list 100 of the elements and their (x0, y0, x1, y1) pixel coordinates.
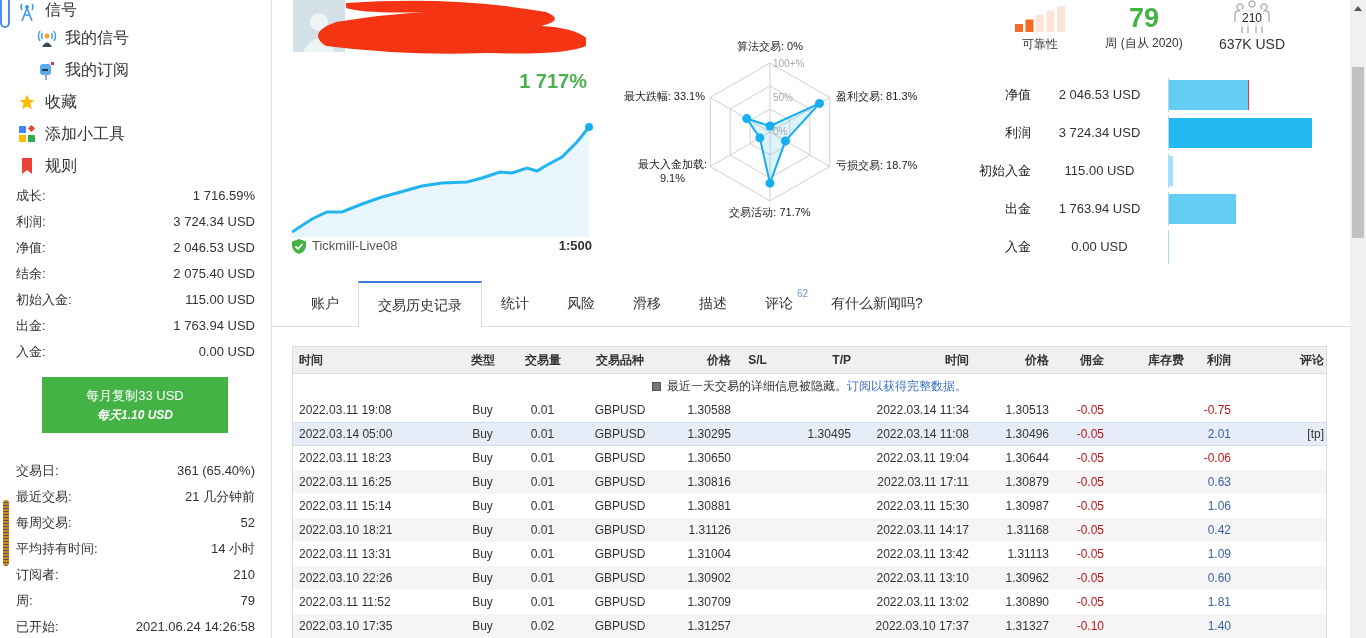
balance-label: 利润 (1004, 124, 1031, 143)
table-cell-text: GBPUSD (593, 594, 647, 611)
table-cell-text: 2022.03.11 14:17 (875, 522, 970, 539)
tab[interactable]: 有什么新闻吗? (812, 281, 942, 326)
subscribe-link[interactable]: 订阅以获得完整数据。 (847, 379, 967, 393)
table-cell-text: 1.81 (1206, 594, 1232, 611)
table-cell-text: 1.30962 (1004, 570, 1050, 587)
table-cell-text: 2022.03.10 22:26 (298, 570, 394, 587)
table-row[interactable]: 2022.03.14 05:00 Buy 0.01 GBPUSD 1.30295 1.30495 2022.03.14 11:08 1.30496 -0.05 2.01 [tp] (293, 422, 1326, 446)
column-header: 交易品种 (595, 352, 645, 369)
table-cell-text: 0.60 (1206, 570, 1232, 587)
table-cell-text: 2022.03.11 19:08 (298, 402, 393, 419)
table-cell-text: 0.01 (529, 402, 556, 419)
table-cell-text: 1.30987 (1004, 498, 1050, 515)
verified-shield-icon (292, 238, 306, 254)
stat-value: 0.00 USD (198, 343, 255, 362)
column-header: 价格 (706, 352, 732, 369)
table-row[interactable]: 2022.03.10 18:21 Buy 0.01 GBPUSD 1.31126 2022.03.11 14:17 1.31168 -0.05 0.42 (293, 518, 1326, 542)
scroll-up-arrow-icon[interactable] (1354, 6, 1362, 11)
server-name: Tickmill-Live08 (312, 237, 398, 256)
table-cell-text: GBPUSD (593, 402, 647, 419)
table-row[interactable]: 2022.03.11 16:25 Buy 0.01 GBPUSD 1.30816 2022.03.11 17:11 1.30879 -0.05 0.63 (293, 470, 1326, 494)
growth-percent: 1 717% (519, 69, 587, 94)
table-cell-text: GBPUSD (593, 546, 647, 563)
table-row[interactable]: 2022.03.10 17:35 Buy 0.02 GBPUSD 1.31257 2022.03.10 17:37 1.31327 -0.10 1.40 (293, 614, 1326, 638)
table-cell-text: 1.06 (1206, 498, 1232, 515)
stat-value: 79 (240, 592, 255, 611)
tab[interactable]: 评论 62 (746, 281, 812, 326)
table-cell-text: 1.30650 (686, 450, 732, 467)
tab[interactable]: 账户 (292, 281, 358, 326)
tab[interactable]: 描述 (680, 281, 746, 326)
weeks-label: 周 (自从 2020) (1105, 35, 1183, 52)
table-cell-text: -0.05 (1075, 402, 1105, 419)
notice-text: 最近一天交易的详细信息被隐藏。订阅以获得完整数据。 (667, 378, 967, 395)
nav-item[interactable]: 信号 (17, 0, 77, 22)
stat-value: 210 (233, 566, 255, 585)
table-cell-text: 1.31113 (1006, 546, 1050, 563)
stat-value: 1 763.94 USD (173, 317, 255, 336)
scrollbar-thumb[interactable] (1352, 67, 1364, 238)
table-cell-text: 2022.03.11 15:30 (875, 498, 970, 515)
stat-label: 每周交易: (16, 514, 72, 533)
radar-axis-label: 交易活动: 71.7% (729, 205, 811, 219)
table-cell-text: 2022.03.11 19:04 (875, 450, 970, 467)
bookmark-icon (20, 157, 34, 175)
table-cell-text: -0.05 (1075, 450, 1105, 467)
column-header: 类型 (469, 352, 496, 369)
tab[interactable]: 风险 (548, 281, 614, 326)
stat-label: 成长: (16, 187, 46, 206)
table-row[interactable]: 2022.03.10 22:26 Buy 0.01 GBPUSD 1.30902 2022.03.11 13:10 1.30962 -0.05 0.60 (293, 566, 1326, 590)
table-cell-text: 1.30890 (1004, 594, 1050, 611)
table-cell-text: 1.30588 (686, 402, 732, 419)
table-cell-text: 1.30879 (1004, 474, 1050, 491)
weeks-count: 79 (1128, 2, 1159, 34)
table-cell-text: Buy (471, 450, 494, 467)
table-cell-text: 1.30816 (686, 474, 732, 491)
table-cell-text: 1.09 (1206, 546, 1232, 563)
table-cell-text: 2022.03.11 13:02 (875, 594, 970, 611)
table-cell-text: 2022.03.11 15:14 (298, 498, 393, 515)
radar-point (765, 121, 775, 131)
table-cell-text: 2022.03.14 05:00 (298, 426, 394, 443)
table-cell-text: 0.01 (529, 546, 556, 563)
balance-value: 1 763.94 USD (1057, 200, 1142, 219)
tab[interactable]: 统计 (482, 281, 548, 326)
stat-label: 已开始: (16, 618, 59, 637)
stat-value: 115.00 USD (185, 291, 255, 310)
table-cell-text: -0.05 (1075, 498, 1105, 515)
table-cell-text: Buy (471, 426, 494, 443)
column-header: 评论 (1298, 352, 1325, 369)
stat-label: 周: (16, 592, 33, 611)
balance-value: 0.00 USD (1070, 238, 1129, 257)
balance-label: 初始入金 (978, 162, 1031, 181)
table-cell-text: 0.01 (529, 570, 556, 587)
widgets-icon (18, 125, 36, 143)
stat-label: 结余: (16, 265, 46, 284)
table-cell-text: Buy (471, 522, 494, 539)
table-cell-text: 2022.03.10 17:37 (874, 618, 970, 635)
table-cell-text: 2022.03.10 17:35 (298, 618, 394, 635)
nav-item[interactable]: 收藏 (17, 86, 77, 118)
nav-item[interactable]: 我的信号 (37, 22, 129, 54)
radar-axis-label: 盈利交易: 81.3% (836, 89, 918, 103)
nav-item[interactable]: 规则 (17, 150, 77, 182)
table-cell-text: -0.05 (1075, 522, 1105, 539)
tab[interactable]: 滑移 (614, 281, 680, 326)
balance-label: 净值 (1004, 86, 1031, 105)
nav-item[interactable]: 我的订阅 (37, 54, 129, 86)
table-cell-text: -0.05 (1075, 426, 1105, 443)
tab[interactable]: 交易历史记录 (358, 281, 482, 327)
table-cell-text: Buy (471, 618, 494, 635)
table-cell-text: 1.30495 (806, 426, 852, 443)
stat-label: 最近交易: (16, 488, 72, 507)
scroll-handle[interactable] (3, 500, 9, 566)
radar-point (742, 114, 752, 124)
table-cell-text: -0.75 (1202, 402, 1232, 419)
stat-label: 净值: (16, 239, 46, 258)
balance-label: 出金 (1004, 200, 1031, 219)
nav-item[interactable]: 添加小工具 (17, 118, 125, 150)
radar-axis-label: 亏损交易: 18.7% (836, 158, 918, 172)
table-cell-text: 1.30295 (686, 426, 732, 443)
stat-label: 入金: (16, 343, 46, 362)
table-cell-text: 0.01 (529, 594, 556, 611)
